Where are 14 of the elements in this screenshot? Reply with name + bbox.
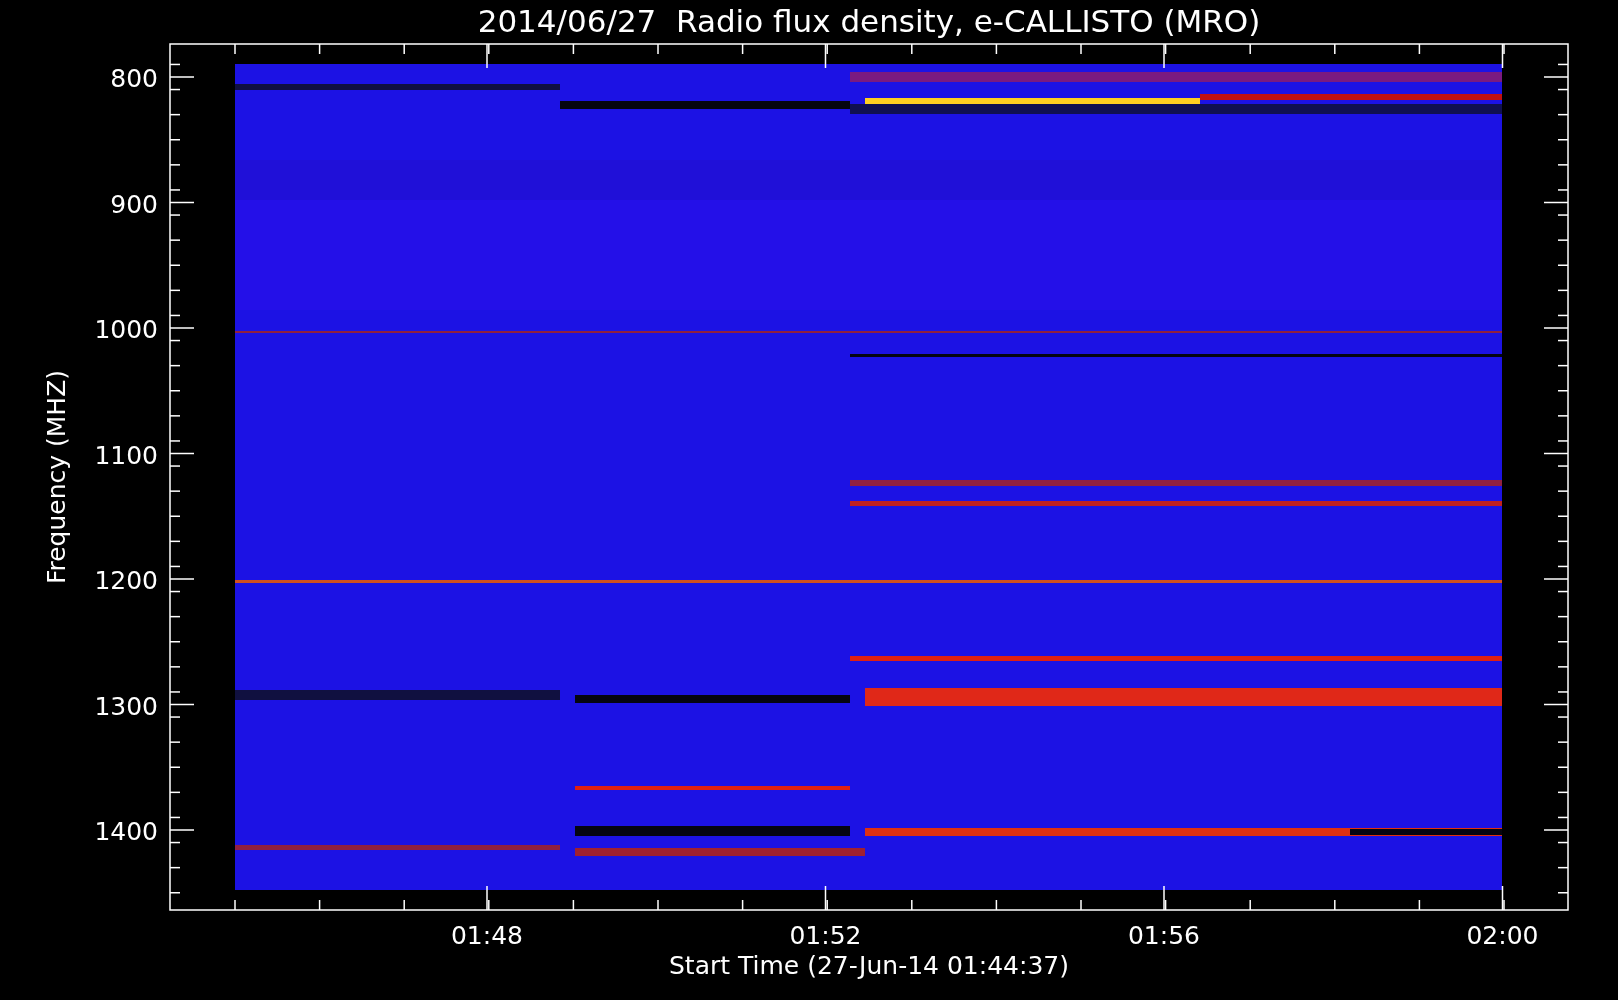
chart-title: 2014/06/27 Radio flux density, e-CALLISTO (MRO) <box>477 3 1261 39</box>
x-tick-label: 02:00 <box>1466 921 1539 950</box>
y-tick-label: 1300 <box>94 691 158 721</box>
x-tick-label: 01:52 <box>789 921 862 950</box>
y-tick-label: 1000 <box>94 315 158 344</box>
x-tick-label: 01:56 <box>1128 921 1200 950</box>
y-tick-label: 1400 <box>94 817 158 846</box>
x-tick-label: 01:48 <box>451 921 523 950</box>
x-axis-title: Start Time (27-Jun-14 01:44:37) <box>669 951 1069 980</box>
y-tick-label: 1100 <box>94 440 158 470</box>
y-axis-title: Frequency (MHZ) <box>42 369 71 585</box>
y-tick-label: 800 <box>110 64 158 93</box>
y-tick-label: 1200 <box>94 566 158 595</box>
y-tick-label: 900 <box>110 189 158 219</box>
